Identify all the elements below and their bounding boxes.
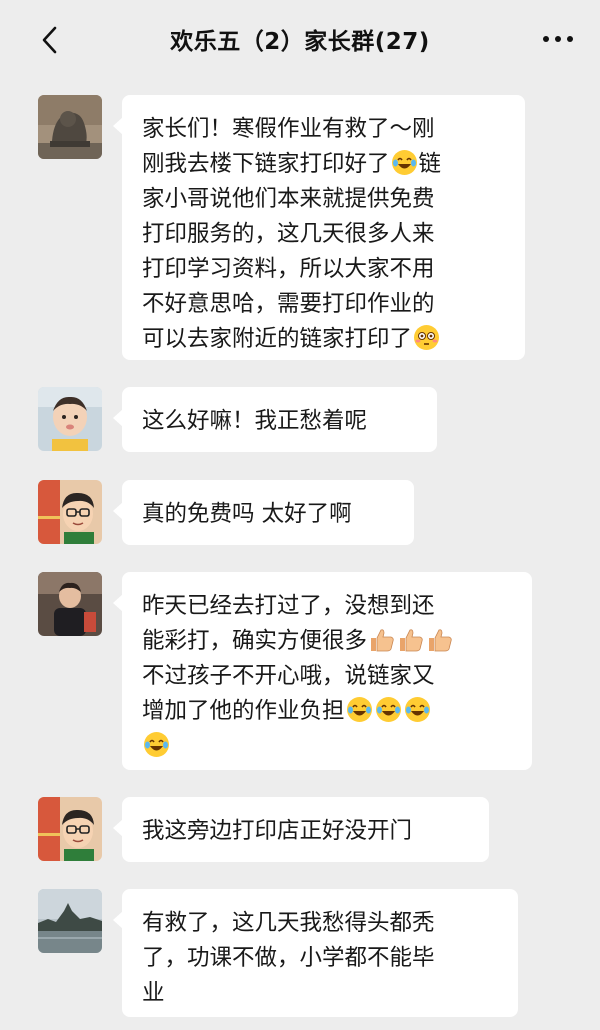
message-bubble[interactable]: 昨天已经去打过了，没想到还 能彩打，确实方便很多 不过孩子不开心哦，说链家又 增… (113, 572, 532, 770)
message-bubble[interactable]: 我这旁边打印店正好没开门 (113, 797, 489, 862)
laughing-tears-emoji-icon (404, 696, 431, 723)
message-bubble[interactable]: 这么好嘛！我正愁着呢 (113, 387, 437, 452)
chat-header: 欢乐五（2）家长群(27) (0, 0, 600, 78)
message-line: 能彩打，确实方便很多 (142, 624, 512, 659)
lion-statue-avatar (38, 95, 102, 159)
message-line: 家长们！寒假作业有救了～刚 (142, 116, 435, 142)
thumbs-up-emoji-icon (426, 626, 453, 653)
message-line: 家小哥说他们本来就提供免费 (142, 186, 435, 212)
message-text: 这么好嘛！我正愁着呢 (142, 408, 368, 434)
laughing-tears-emoji-icon (143, 731, 170, 758)
message-text: 可以去家附近的链家打印了 (142, 326, 413, 352)
message-text: 我这旁边打印店正好没开门 (142, 818, 413, 844)
message-line: 不好意思哈，需要打印作业的 (142, 291, 435, 317)
message-line: 有救了，这几天我愁得头都秃 (142, 910, 435, 936)
more-dots-icon (543, 36, 573, 42)
message-line: 刚我去楼下链家打印好了 链 (142, 147, 505, 182)
chat-title: 欢乐五（2）家长群(27) (170, 29, 430, 55)
flushed-face-emoji-icon (413, 324, 440, 351)
message-line: 打印服务的，这几天很多人来 (142, 221, 435, 247)
chevron-left-icon (42, 26, 57, 54)
message-text: 真的免费吗 太好了啊 (142, 501, 352, 527)
avatar[interactable] (38, 889, 102, 953)
laughing-tears-emoji-icon (375, 696, 402, 723)
back-button[interactable] (30, 20, 70, 60)
baby-avatar (38, 387, 102, 451)
message-line: 增加了他的作业负担 (142, 694, 512, 729)
thumbs-up-emoji-icon (368, 626, 395, 653)
cartoon-boy-avatar (38, 797, 102, 861)
thumbs-up-emoji-icon (397, 626, 424, 653)
message-line: 打印学习资料，所以大家不用 (142, 256, 435, 282)
message-bubble[interactable]: 家长们！寒假作业有救了～刚 刚我去楼下链家打印好了 链 家小哥说他们本来就提供免费… (113, 95, 525, 360)
message-bubble[interactable]: 有救了，这几天我愁得头都秃 了，功课不做，小学都不能毕 业 (113, 889, 518, 1017)
laughing-tears-emoji-icon (391, 149, 418, 176)
avatar[interactable] (38, 387, 102, 451)
avatar[interactable] (38, 572, 102, 636)
cartoon-boy-avatar (38, 480, 102, 544)
message-line: 了，功课不做，小学都不能毕 (142, 945, 435, 971)
avatar[interactable] (38, 797, 102, 861)
message-line (142, 729, 512, 764)
laughing-tears-emoji-icon (346, 696, 373, 723)
message-bubble[interactable]: 真的免费吗 太好了啊 (113, 480, 414, 545)
message-text: 增加了他的作业负担 (142, 698, 345, 724)
message-line: 业 (142, 980, 165, 1006)
more-button[interactable] (538, 24, 578, 54)
message-line: 不过孩子不开心哦，说链家又 (142, 663, 435, 689)
avatar[interactable] (38, 95, 102, 159)
message-text: 链 (418, 151, 442, 177)
landscape-avatar (38, 889, 102, 953)
message-text: 刚我去楼下链家打印好了 (142, 151, 390, 177)
avatar[interactable] (38, 480, 102, 544)
message-line: 昨天已经去打过了，没想到还 (142, 593, 435, 619)
child-photo-avatar (38, 572, 102, 636)
message-line: 可以去家附近的链家打印了 (142, 322, 505, 357)
message-text: 能彩打，确实方便很多 (142, 628, 368, 654)
